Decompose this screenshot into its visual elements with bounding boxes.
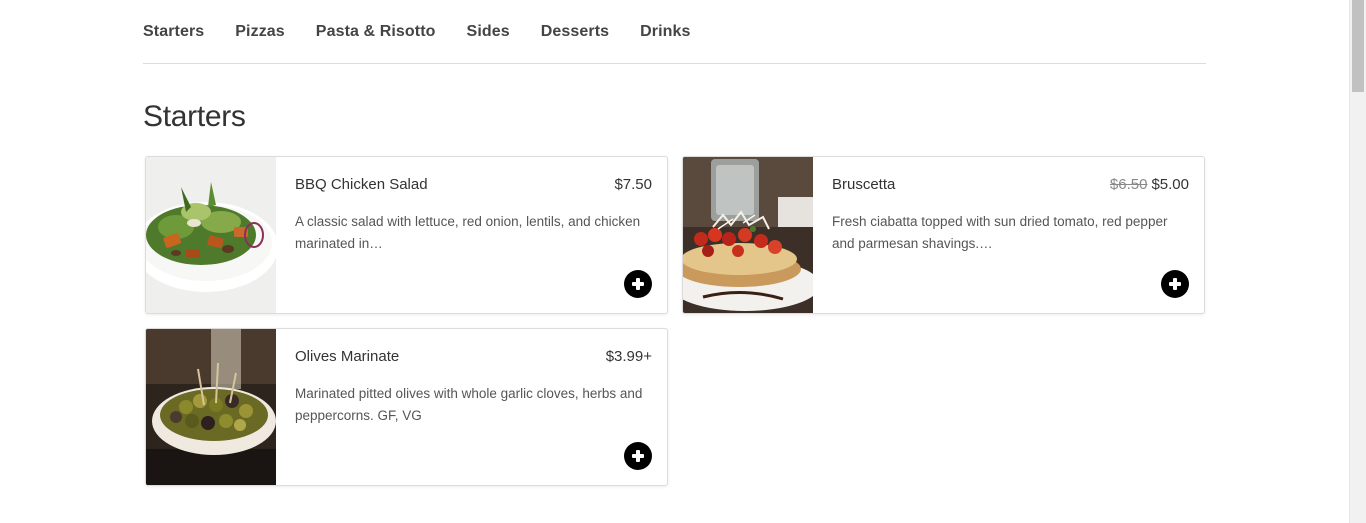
nav-pasta-risotto[interactable]: Pasta & Risotto bbox=[316, 23, 436, 41]
salad-photo bbox=[146, 157, 276, 313]
menu-item-card[interactable]: Bruscetta $6.50 $5.00 Fresh ciabatta topp… bbox=[682, 156, 1205, 314]
nav-drinks[interactable]: Drinks bbox=[640, 23, 690, 41]
add-to-cart-button[interactable] bbox=[1161, 270, 1189, 298]
item-name: Olives Marinate bbox=[295, 348, 400, 365]
scrollbar-thumb[interactable] bbox=[1352, 0, 1364, 92]
price-current: $7.50 bbox=[614, 176, 652, 193]
plus-circle-icon bbox=[632, 450, 644, 462]
category-nav: Starters Pizzas Pasta & Risotto Sides De… bbox=[143, 0, 1206, 64]
plus-circle-icon bbox=[1169, 278, 1181, 290]
nav-starters[interactable]: Starters bbox=[143, 23, 204, 41]
olives-photo bbox=[146, 329, 276, 485]
section-title: Starters bbox=[143, 100, 246, 133]
item-description: A classic salad with lettuce, red onion,… bbox=[295, 214, 641, 251]
plus-circle-icon bbox=[632, 278, 644, 290]
bruschetta-photo bbox=[683, 157, 813, 313]
price-current: $3.99+ bbox=[605, 348, 652, 365]
item-description: Fresh ciabatta topped with sun dried tom… bbox=[832, 214, 1168, 251]
item-price: $6.50 $5.00 bbox=[1110, 176, 1189, 193]
add-to-cart-button[interactable] bbox=[624, 270, 652, 298]
item-description: Marinated pitted olives with whole garli… bbox=[295, 386, 643, 423]
item-name: BBQ Chicken Salad bbox=[295, 176, 428, 193]
menu-item-card[interactable]: Olives Marinate $3.99+ Marinated pitted … bbox=[145, 328, 668, 486]
nav-pizzas[interactable]: Pizzas bbox=[235, 23, 285, 41]
price-current: $5.00 bbox=[1151, 176, 1189, 193]
item-name: Bruscetta bbox=[832, 176, 896, 193]
nav-desserts[interactable]: Desserts bbox=[541, 23, 609, 41]
item-price: $7.50 bbox=[614, 176, 652, 193]
add-to-cart-button[interactable] bbox=[624, 442, 652, 470]
menu-item-card[interactable]: BBQ Chicken Salad $7.50 A classic salad … bbox=[145, 156, 668, 314]
nav-sides[interactable]: Sides bbox=[467, 23, 510, 41]
page-scrollbar[interactable] bbox=[1349, 0, 1366, 523]
price-original: $6.50 bbox=[1109, 176, 1148, 193]
item-price: $3.99+ bbox=[606, 348, 652, 365]
